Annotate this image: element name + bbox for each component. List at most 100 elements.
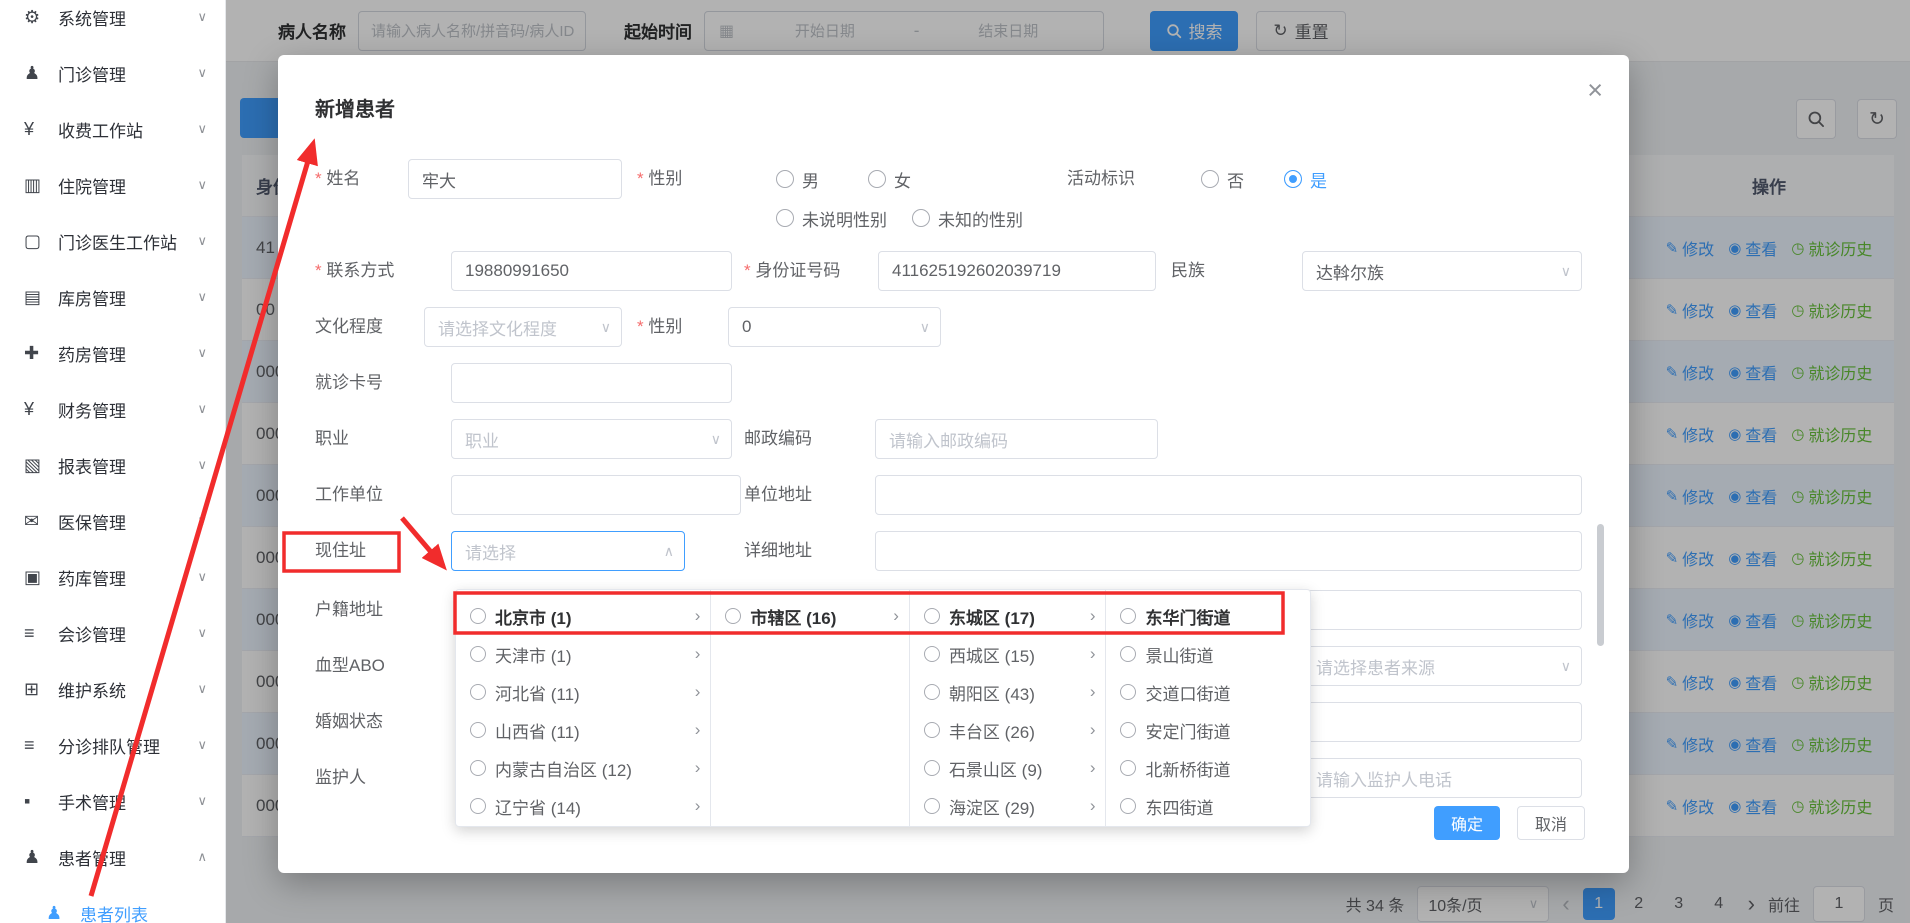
- cascader-node[interactable]: 辽宁省 (14) ›: [456, 787, 710, 825]
- sidebar-item-reports[interactable]: ▧ 报表管理 ∨: [0, 437, 225, 493]
- sidebar-item-finance[interactable]: ¥ 财务管理 ∨: [0, 381, 225, 437]
- detail-address-input[interactable]: [875, 531, 1582, 571]
- cascader-node[interactable]: 市辖区 (16) ›: [711, 597, 909, 635]
- unit-address-input[interactable]: [875, 475, 1582, 515]
- cascader-node[interactable]: 海淀区 (29) ›: [910, 787, 1106, 825]
- cascader-node[interactable]: 天津市 (1) ›: [456, 635, 710, 673]
- sidebar-item-insurance[interactable]: ✉ 医保管理 ∨: [0, 493, 225, 549]
- radio-male[interactable]: 男: [776, 159, 819, 199]
- marital-row-input[interactable]: [1302, 702, 1582, 742]
- guardian-phone-input[interactable]: 请输入监护人电话: [1302, 758, 1582, 798]
- radio-icon: [912, 209, 930, 227]
- education-select[interactable]: 请选择文化程度 ∨: [424, 307, 622, 347]
- sidebar-item-inpatient[interactable]: ▥ 住院管理 ∨: [0, 157, 225, 213]
- menu-item-label: 患者列表: [80, 901, 225, 923]
- radio-icon: [1201, 170, 1219, 188]
- cascader-district-column: 东城区 (17) › 西城区 (15) › 朝阳区 (43) › 丰台区 (26…: [910, 590, 1107, 826]
- name-input[interactable]: 牢大: [408, 159, 622, 199]
- cascader-node[interactable]: 北京市 (1) ›: [456, 597, 710, 635]
- cascader-node[interactable]: 东四街道 ›: [1106, 787, 1310, 825]
- sidebar-item-patient[interactable]: ♟ 患者管理 ∧: [0, 829, 225, 885]
- chevron-right-icon: ›: [1090, 720, 1096, 740]
- chevron-icon: ∨: [197, 625, 207, 641]
- menu-item-label: 收费工作站: [58, 117, 197, 142]
- work-unit-input[interactable]: [451, 475, 741, 515]
- gender-code-value: 0: [742, 317, 751, 337]
- cascader-node-label: 东城区 (17): [949, 604, 1035, 629]
- sidebar-item-system[interactable]: ⚙ 系统管理 ∨: [0, 0, 225, 45]
- ethnicity-select[interactable]: 达斡尔族 ∨: [1302, 251, 1582, 291]
- cascader-node-label: 海淀区 (29): [949, 794, 1035, 819]
- sidebar-item-warehouse[interactable]: ▤ 库房管理 ∨: [0, 269, 225, 325]
- radio-gender-unknown[interactable]: 未知的性别: [912, 198, 1023, 238]
- radio-female-label: 女: [894, 167, 911, 192]
- sidebar-item-pharmacy[interactable]: ✚ 药房管理 ∨: [0, 325, 225, 381]
- postal-code-input[interactable]: 请输入邮政编码: [875, 419, 1158, 459]
- menu-item-label: 库房管理: [58, 285, 197, 310]
- chevron-right-icon: ›: [1090, 606, 1096, 626]
- cancel-button[interactable]: 取消: [1517, 806, 1585, 840]
- yen-icon: ¥: [24, 399, 52, 420]
- sidebar-item-doctor-station[interactable]: ▢ 门诊医生工作站 ∨: [0, 213, 225, 269]
- household-address-input[interactable]: [1302, 590, 1582, 630]
- cascader-node[interactable]: 景山街道 ›: [1106, 635, 1310, 673]
- sidebar-item-surgery[interactable]: ▪ 手术管理 ∨: [0, 773, 225, 829]
- field-label-guardian: 监护人: [315, 758, 366, 798]
- patient-list-icon: ♟: [46, 903, 74, 923]
- chevron-right-icon: ›: [695, 606, 701, 626]
- field-label-unit-address: 单位地址: [744, 475, 812, 515]
- cascader-node[interactable]: 山西省 (11) ›: [456, 711, 710, 749]
- cascader-node[interactable]: 交道口街道 ›: [1106, 673, 1310, 711]
- field-label-active-flag: 活动标识: [1067, 159, 1135, 199]
- gender-code-select[interactable]: 0 ∨: [728, 307, 941, 347]
- radio-icon: [470, 722, 486, 738]
- sidebar-item-charging-station[interactable]: ¥ 收费工作站 ∨: [0, 101, 225, 157]
- sidebar-item-maintenance[interactable]: ⊞ 维护系统 ∨: [0, 661, 225, 717]
- visit-card-input[interactable]: [451, 363, 732, 403]
- sidebar-item-triage-queue[interactable]: ≡ 分诊排队管理 ∨: [0, 717, 225, 773]
- cascader-node[interactable]: 石景山区 (9) ›: [910, 749, 1106, 787]
- cascader-node[interactable]: 河北省 (11) ›: [456, 673, 710, 711]
- radio-icon: [1120, 722, 1136, 738]
- modal-scrollbar-thumb[interactable]: [1597, 524, 1604, 646]
- cascader-node[interactable]: 丰台区 (26) ›: [910, 711, 1106, 749]
- sidebar-item-patient-list[interactable]: ♟ 患者列表: [0, 885, 225, 923]
- cascader-node-label: 内蒙古自治区 (12): [495, 756, 632, 781]
- sidebar-item-outpatient[interactable]: ♟ 门诊管理 ∨: [0, 45, 225, 101]
- cascader-node[interactable]: 东城区 (17) ›: [910, 597, 1106, 635]
- chevron-icon: ∨: [197, 121, 207, 137]
- radio-checked-icon: [1284, 170, 1302, 188]
- cascader-node-label: 东四街道: [1145, 794, 1213, 819]
- close-icon[interactable]: ×: [1587, 77, 1603, 104]
- cascader-node[interactable]: 西城区 (15) ›: [910, 635, 1106, 673]
- radio-icon: [924, 722, 940, 738]
- radio-active-no[interactable]: 否: [1201, 159, 1244, 199]
- sidebar-item-consultation[interactable]: ≡ 会诊管理 ∨: [0, 605, 225, 661]
- cascader-node[interactable]: 内蒙古自治区 (12) ›: [456, 749, 710, 787]
- id-number-input[interactable]: 411625192602039719: [878, 251, 1156, 291]
- cascader-node[interactable]: 安定门街道 ›: [1106, 711, 1310, 749]
- cascader-node[interactable]: 北新桥街道 ›: [1106, 749, 1310, 787]
- sidebar-item-drug-storage[interactable]: ▣ 药库管理 ∨: [0, 549, 225, 605]
- monitor-icon: ▢: [24, 231, 52, 252]
- radio-female[interactable]: 女: [868, 159, 911, 199]
- guardian-phone-placeholder: 请输入监护人电话: [1316, 766, 1452, 791]
- chevron-down-icon: ∨: [1561, 263, 1571, 280]
- sidebar: ⚙ 系统管理 ∨ ♟ 门诊管理 ∨ ¥ 收费工作站 ∨ ▥ 住院管理 ∨ ▢ 门…: [0, 0, 226, 923]
- contact-input[interactable]: 19880991650: [451, 251, 732, 291]
- cascader-node[interactable]: 朝阳区 (43) ›: [910, 673, 1106, 711]
- current-address-cascader-select[interactable]: 请选择 ∧: [451, 531, 685, 571]
- cascader-node-label: 石景山区 (9): [949, 756, 1043, 781]
- radio-active-yes[interactable]: 是: [1284, 159, 1327, 199]
- cascader-node-label: 安定门街道: [1145, 718, 1230, 743]
- confirm-button[interactable]: 确定: [1434, 806, 1500, 840]
- chevron-icon: ∨: [197, 569, 207, 585]
- chevron-down-icon: ∨: [711, 431, 721, 448]
- cascader-node-label: 西城区 (15): [949, 642, 1035, 667]
- radio-gender-unstated[interactable]: 未说明性别: [776, 198, 887, 238]
- radio-icon: [1120, 608, 1136, 624]
- occupation-select[interactable]: 职业 ∨: [451, 419, 732, 459]
- education-placeholder: 请选择文化程度: [438, 315, 557, 340]
- cascader-node[interactable]: 东华门街道 ›: [1106, 597, 1310, 635]
- patient-source-select[interactable]: 请选择患者来源 ∨: [1302, 646, 1582, 686]
